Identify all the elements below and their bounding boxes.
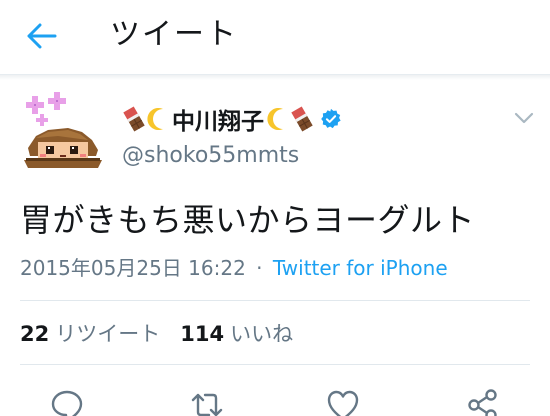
crescent-moon-emoji-icon <box>147 108 163 130</box>
retweet-icon[interactable] <box>190 388 224 416</box>
divider <box>20 364 530 365</box>
author-username[interactable]: @shoko55mmts <box>122 143 299 168</box>
chocolate-emoji-icon <box>123 106 145 132</box>
back-arrow-icon <box>27 23 57 49</box>
tweet-timestamp: 2015年05月25日 16:22 <box>20 256 246 280</box>
tweet-meta: 2015年05月25日 16:22 · Twitter for iPhone <box>20 254 448 282</box>
author-name-row[interactable]: 中川翔子 <box>122 104 342 135</box>
top-bar: ツイート <box>0 0 550 74</box>
reply-icon[interactable] <box>50 388 84 416</box>
verified-badge-icon <box>321 108 341 129</box>
chocolate-emoji-icon <box>291 106 313 132</box>
back-button[interactable] <box>22 18 62 54</box>
tweet-stats: 22 リツイート 114 いいね <box>20 320 313 348</box>
tweet-text: 胃がきもち悪いからヨーグルト <box>20 201 476 239</box>
like-icon[interactable] <box>326 388 360 416</box>
meta-separator: · <box>256 256 263 280</box>
likes-count: 114 <box>180 322 225 346</box>
likes-label: いいね <box>230 322 294 346</box>
avatar[interactable] <box>18 92 108 182</box>
crescent-moon-emoji-icon <box>267 108 283 130</box>
header-shadow <box>0 75 550 80</box>
share-icon[interactable] <box>466 388 500 416</box>
likes-stat[interactable]: 114 いいね <box>180 320 293 348</box>
retweets-label: リツイート <box>55 322 161 346</box>
action-bar <box>0 376 550 416</box>
retweets-count: 22 <box>20 322 50 346</box>
tweet-source-link[interactable]: Twitter for iPhone <box>273 256 448 280</box>
retweets-stat[interactable]: 22 リツイート <box>20 320 160 348</box>
tweet-detail-screen: ツイート 中川翔子 @shoko55mmts 胃がきもち悪いからヨーグルト 20… <box>0 0 550 416</box>
page-title: ツイート <box>110 17 238 52</box>
author-display-name: 中川翔子 <box>172 109 264 135</box>
divider <box>20 300 530 301</box>
chevron-down-icon[interactable] <box>512 108 536 128</box>
